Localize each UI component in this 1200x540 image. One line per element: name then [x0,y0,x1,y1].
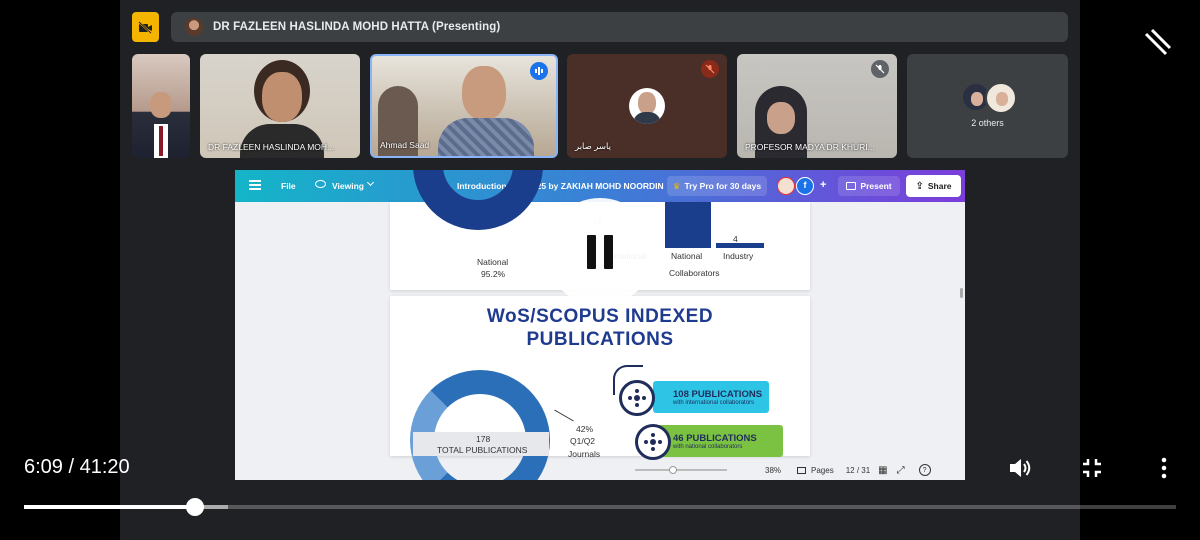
pill-caption: with national collaborators [673,443,743,450]
axis-label-collaborators: Collaborators [669,268,720,278]
crown-icon: ♛ [672,180,681,191]
participant-name: Ahmad Saad [380,140,430,150]
pages-button[interactable]: Pages [811,466,834,475]
participant-name: DR FAZLEEN HASLINDA MOH... [208,142,335,152]
participant-name: ياسر صابر [575,141,611,151]
mic-off-icon [871,60,889,78]
participant-tile[interactable] [132,54,190,158]
try-pro-label: Try Pro for 30 days [684,181,762,191]
pause-icon-bar [604,235,613,269]
international-publications-pill: 108 PUBLICATIONS with international coll… [653,381,769,413]
pages-icon [797,466,807,474]
present-icon [846,182,857,190]
speaking-indicator-icon [530,62,548,80]
pill-caption: with international collaborators [673,399,755,406]
fullscreen-icon[interactable]: ⤢ [897,465,905,476]
chevron-down-icon [366,178,375,187]
bar-value-industry: 4 [733,234,738,244]
q-label: Q1/Q2 [570,436,596,446]
pill-value: 46 PUBLICATIONS [673,432,757,444]
page-counter: 12 / 31 [845,465,871,475]
share-button[interactable]: ⇪ Share [906,175,961,197]
pause-icon-bar [587,235,596,269]
participant-tile[interactable]: PROFESOR MADYA DR KHURI... [737,54,897,158]
zoom-level[interactable]: 38% [765,466,781,475]
exit-fullscreen-icon[interactable] [1078,454,1106,482]
participant-tie [159,126,163,156]
present-label: Present [860,181,892,191]
hamburger-menu-icon[interactable] [249,180,261,190]
more-options-icon[interactable] [1150,454,1178,482]
participant-face [462,66,506,120]
participant-name: PROFESOR MADYA DR KHURI... [745,142,875,152]
presenter-banner: DR FAZLEEN HASLINDA MOHD HATTA (Presenti… [171,12,1068,42]
bar-label-industry: Industry [723,251,754,261]
collaborator-avatar-f: f [796,177,814,195]
donut-label: National [477,257,509,267]
participant-avatar [985,82,1017,114]
seek-played [24,505,196,509]
meet-top-bar: DR FAZLEEN HASLINDA MOHD HATTA (Presenti… [132,12,1068,42]
mic-off-icon [701,60,719,78]
help-button[interactable]: ? [918,464,931,476]
network-node-icon [635,424,671,460]
q-percentage: 42% [576,424,594,434]
participant-tile[interactable]: DR FAZLEEN HASLINDA MOH... [200,54,360,158]
national-publications-pill: 46 PUBLICATIONS with national collaborat… [653,425,783,457]
grid-view-icon[interactable]: ▦ [878,465,887,476]
pause-button[interactable] [546,198,654,306]
video-player[interactable]: DR FAZLEEN HASLINDA MOHD HATTA (Presenti… [0,0,1200,540]
bar-industry [716,243,764,248]
pill-value: 108 PUBLICATIONS [673,388,763,400]
slide-heading-line2: PUBLICATIONS [526,329,674,350]
collaborator-avatar [777,177,795,195]
present-button[interactable]: Present [838,176,900,196]
presenter-label: DR FAZLEEN HASLINDA MOHD HATTA (Presenti… [213,21,501,33]
participant-face [150,92,172,118]
network-node-icon [619,380,655,416]
participant-tile-others[interactable]: 2 others [907,54,1068,158]
share-label: Share [927,181,952,191]
participant-face [767,102,795,134]
scrollbar-thumb[interactable] [960,288,963,298]
bar-national [665,202,711,248]
add-collaborator-button[interactable]: + [820,179,826,191]
total-value: 178 [476,434,491,444]
camera-off-icon [132,12,159,42]
file-menu[interactable]: File [281,181,296,191]
slide-heading-line1: WoS/SCOPUS INDEXED [486,306,714,327]
canva-footer: 38% Pages 12 / 31 ▦ ⤢ ? [630,460,965,480]
participant-avatar [629,88,665,124]
upload-icon: ⇪ [915,180,924,192]
seek-bar[interactable] [24,498,1176,516]
bar-label-national: National [671,251,703,261]
participant-shirt [438,118,534,156]
participant-tile-active[interactable]: Ahmad Saad [370,54,558,158]
time-display: 6:09 / 41:20 [24,456,130,478]
q-label-journals: Journals [568,449,601,459]
others-count-label: 2 others [971,118,1004,128]
presenter-avatar [185,18,203,36]
participant-tile[interactable]: ياسر صابر [567,54,727,158]
zoom-slider[interactable] [635,466,727,474]
volume-icon[interactable] [1006,454,1034,482]
participant-body [240,124,324,158]
total-label: TOTAL PUBLICATIONS [437,445,528,455]
donut-percentage: 95.2% [481,269,506,279]
viewing-menu[interactable]: Viewing [332,181,364,191]
try-pro-button[interactable]: ♛ Try Pro for 30 days [667,176,767,196]
exit-fullscreen-corner-icon[interactable] [1142,26,1174,58]
eye-icon [315,180,326,188]
participant-face [262,72,302,122]
